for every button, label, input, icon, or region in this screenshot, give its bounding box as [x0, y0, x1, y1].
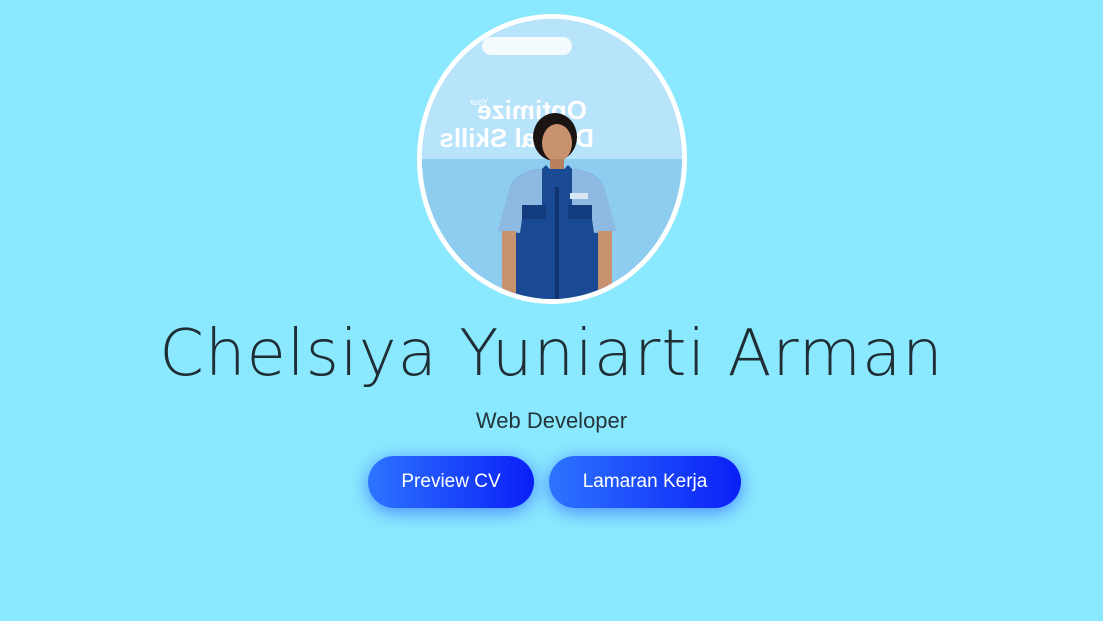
preview-cv-button[interactable]: Preview CV — [368, 456, 534, 508]
hero-section: Optimize Digital Skills Your Chelsiya Yu… — [0, 0, 1103, 621]
backdrop-text-small: Your — [470, 97, 488, 107]
job-application-button[interactable]: Lamaran Kerja — [549, 456, 741, 508]
profile-role: Web Developer — [475, 408, 628, 433]
profile-photo: Optimize Digital Skills Your — [417, 14, 687, 304]
profile-name: Chelsiya Yuniarti Arman — [159, 317, 944, 391]
